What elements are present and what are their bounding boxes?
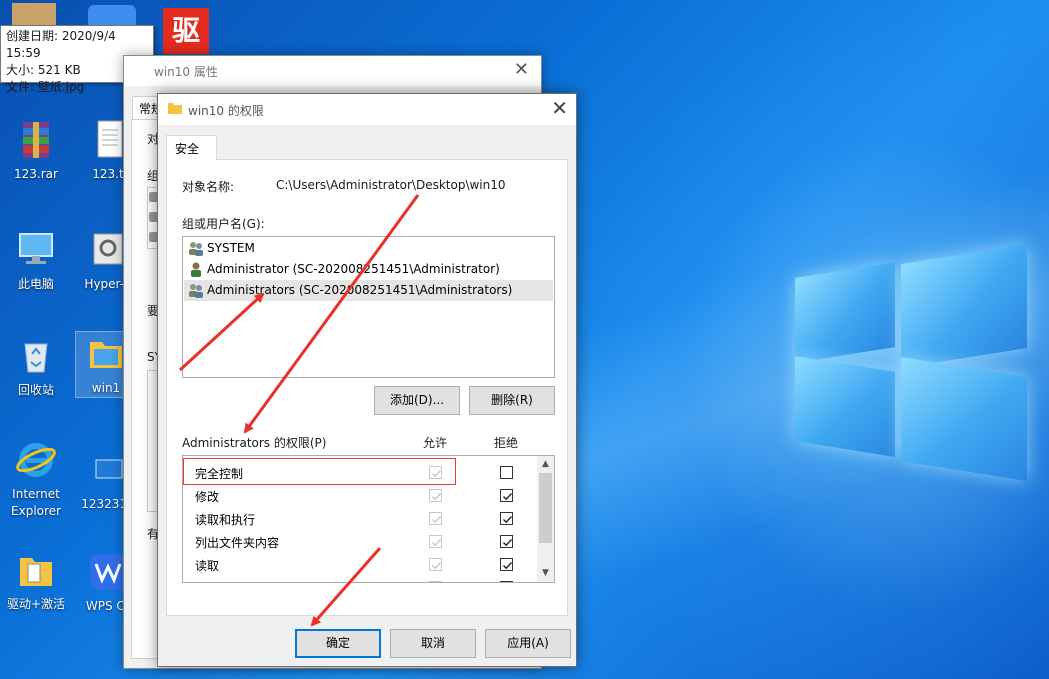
deny-checkbox[interactable] <box>500 512 513 525</box>
ok-button[interactable]: 确定 <box>295 629 381 658</box>
desktop-icon-label: 驱动+激活 <box>6 597 66 611</box>
desktop-icon-label: 123.t <box>92 167 124 181</box>
deny-checkbox[interactable] <box>500 466 513 479</box>
permissions-list[interactable]: 完全控制 修改 读取和执行 列出文件夹内容 读取 ▲ ▼ <box>182 455 555 583</box>
folder-icon <box>20 558 52 586</box>
desktop-icon-label: 此电脑 <box>17 277 54 291</box>
allow-checkbox[interactable] <box>429 512 442 525</box>
deny-checkbox[interactable] <box>500 489 513 502</box>
list-item[interactable]: SYSTEM <box>184 238 553 259</box>
permission-name: 写入 <box>195 580 219 582</box>
desktop-icon-driver-activation[interactable]: 驱动+激活 <box>0 548 72 613</box>
user-name: SYSTEM <box>207 241 255 255</box>
folder-icon <box>90 342 122 368</box>
desktop-icon-label: 回收站 <box>17 383 54 397</box>
chevron-up-icon[interactable]: ▲ <box>537 456 554 473</box>
deny-checkbox[interactable] <box>500 581 513 582</box>
close-icon[interactable]: ✕ <box>551 96 568 120</box>
chevron-down-icon[interactable]: ▼ <box>537 565 554 582</box>
permission-row: 读取 <box>183 552 537 575</box>
permissions-titlebar[interactable]: win10 的权限 ✕ <box>158 94 576 125</box>
folder-icon <box>168 103 182 114</box>
user-name: Administrators (SC-202008251451\Administ… <box>207 283 513 297</box>
desktop-icon-internet-explorer[interactable]: Internet Explorer <box>0 438 72 520</box>
user-group-list[interactable]: SYSTEM Administrator (SC-202008251451\Ad… <box>182 236 555 378</box>
desktop-icon-label: 123.rar <box>14 167 58 181</box>
driver-app-icon[interactable]: 驱 <box>163 8 209 54</box>
user-icon <box>191 262 201 277</box>
allow-checkbox[interactable] <box>429 558 442 571</box>
user-name: Administrator (SC-202008251451\Administr… <box>207 262 500 276</box>
cancel-button[interactable]: 取消 <box>390 629 476 658</box>
list-item[interactable]: Administrator (SC-202008251451\Administr… <box>184 259 553 280</box>
object-name-label: 对象名称: <box>182 180 235 194</box>
security-panel: 对象名称: C:\Users\Administrator\Desktop\win… <box>166 159 568 616</box>
remove-button[interactable]: 删除(R) <box>469 386 555 415</box>
permission-name: 读取 <box>195 559 220 573</box>
properties-title: win10 属性 <box>154 65 218 79</box>
groups-label: 组或用户名(G): <box>182 217 265 231</box>
desktop-icon-this-pc[interactable]: 此电脑 <box>0 228 72 293</box>
permission-name: 列出文件夹内容 <box>195 536 280 550</box>
permission-name: 修改 <box>195 490 220 504</box>
allow-checkbox[interactable] <box>429 466 442 479</box>
permission-name: 完全控制 <box>195 467 244 481</box>
permissions-for-label: Administrators 的权限(P) <box>182 436 327 450</box>
deny-checkbox[interactable] <box>500 535 513 548</box>
close-icon[interactable]: ✕ <box>514 59 529 80</box>
allow-header: 允许 <box>423 436 448 450</box>
apply-button[interactable]: 应用(A) <box>485 629 571 658</box>
group-users-icon <box>189 284 203 298</box>
object-name-value: C:\Users\Administrator\Desktop\win10 <box>276 178 506 192</box>
deny-checkbox[interactable] <box>500 558 513 571</box>
permission-row: 写入 <box>183 575 537 582</box>
desktop-icon-label: Internet Explorer <box>11 487 61 518</box>
permission-row: 列出文件夹内容 <box>183 529 537 552</box>
permission-name: 读取和执行 <box>195 513 256 527</box>
group-users-icon <box>189 242 203 256</box>
scrollbar-thumb[interactable] <box>539 473 552 543</box>
desktop-icon-123-rar[interactable]: 123.rar <box>0 118 72 183</box>
properties-titlebar[interactable]: win10 属性 ✕ <box>124 56 541 86</box>
computer-icon <box>19 233 53 264</box>
deny-header: 拒绝 <box>494 436 519 450</box>
desktop-icon-label: win1 <box>91 381 121 395</box>
permission-row: 修改 <box>183 483 537 506</box>
windows-logo-wallpaper <box>795 242 1027 481</box>
add-button[interactable]: 添加(D)... <box>374 386 460 415</box>
allow-checkbox[interactable] <box>429 535 442 548</box>
desktop-icon-recycle-bin[interactable]: 回收站 <box>0 334 72 399</box>
permission-row: 读取和执行 <box>183 506 537 529</box>
tab-security[interactable]: 安全 <box>166 135 217 160</box>
list-item[interactable]: Administrators (SC-202008251451\Administ… <box>184 280 553 301</box>
permissions-dialog: win10 的权限 ✕ 安全 对象名称: C:\Users\Administra… <box>157 93 577 667</box>
internet-explorer-icon <box>16 443 56 477</box>
allow-checkbox[interactable] <box>429 581 442 582</box>
winrar-archive-icon <box>23 122 49 158</box>
recycle-bin-icon <box>24 343 48 373</box>
permissions-title: win10 的权限 <box>188 104 264 118</box>
permission-row: 完全控制 <box>183 460 537 483</box>
permissions-scrollbar[interactable]: ▲ ▼ <box>537 456 554 582</box>
allow-checkbox[interactable] <box>429 489 442 502</box>
wallpaper-image-icon[interactable] <box>12 3 56 27</box>
